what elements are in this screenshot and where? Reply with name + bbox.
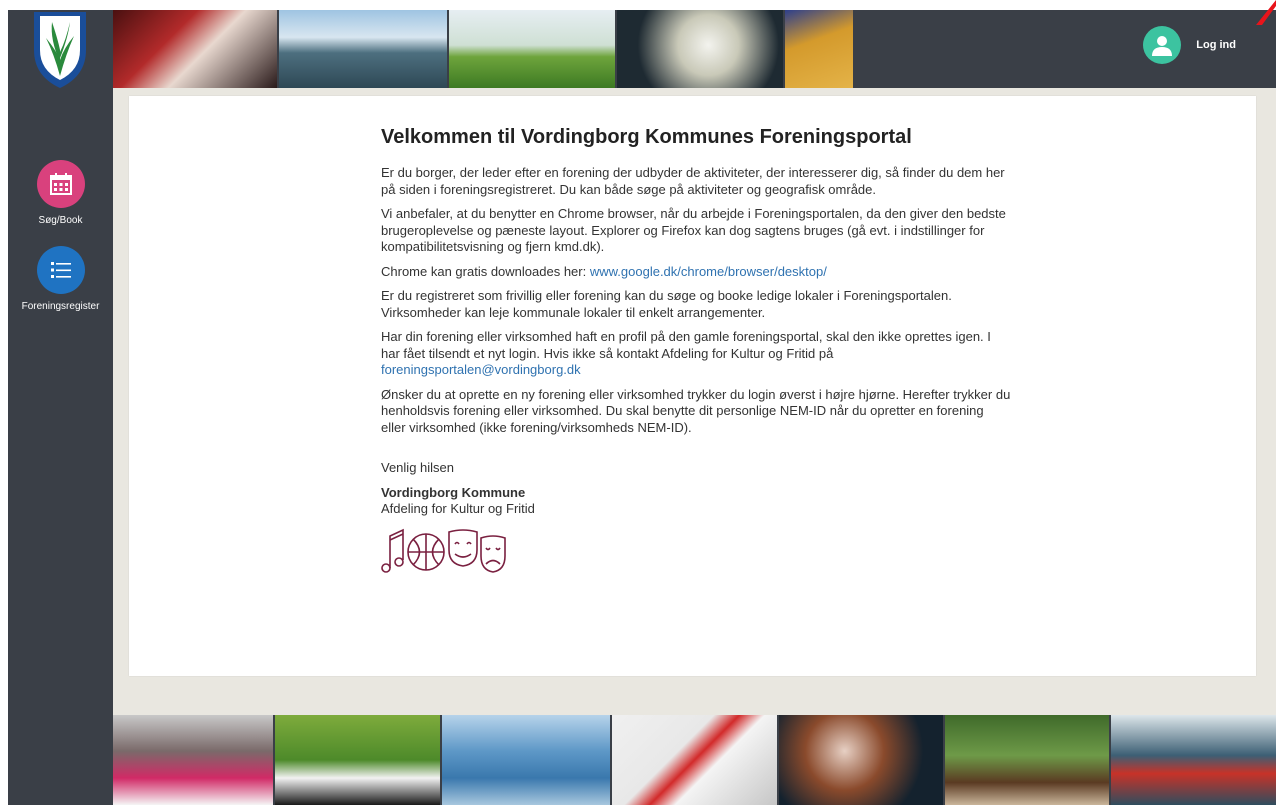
sidebar-item-association-register[interactable]: Foreningsregister xyxy=(8,246,113,312)
signer: Vordingborg Kommune xyxy=(381,484,526,500)
create-association-paragraph: Ønsker du at oprette en ny forening elle… xyxy=(381,386,1011,435)
badminton-shuttlecock-photo xyxy=(617,10,783,88)
clown-photo xyxy=(113,10,277,88)
football-photo xyxy=(275,715,440,805)
login-label: Log ind xyxy=(1196,39,1236,51)
sidebar: Søg/Book Foreningsregister xyxy=(8,10,113,805)
user-icon xyxy=(1143,26,1182,64)
contact-email-link[interactable]: foreningsportalen@vordingborg.dk xyxy=(381,362,581,377)
culture-leisure-logo xyxy=(381,528,506,573)
horse-jumping-photo xyxy=(945,715,1109,805)
red-arrow-annotation xyxy=(1256,0,1276,25)
header: Log ind xyxy=(113,10,1276,88)
welcome-content: Velkommen til Vordingborg Kommunes Foren… xyxy=(381,124,1011,578)
municipality-logo[interactable] xyxy=(30,10,90,88)
login-button[interactable]: Log ind xyxy=(1143,26,1236,64)
gym-floor-photo xyxy=(785,10,853,88)
beach-jetty-photo xyxy=(442,715,610,805)
chrome-paragraph: Chrome kan gratis downloades her: www.go… xyxy=(381,264,1011,281)
chrome-text: Chrome kan gratis downloades her: xyxy=(381,263,590,279)
ballet-dancer-photo xyxy=(113,715,273,805)
meadow-acrobat-photo xyxy=(449,10,615,88)
kayak-lake-photo xyxy=(279,10,447,88)
page-title: Velkommen til Vordingborg Kommunes Foren… xyxy=(381,126,912,148)
clown-makeup-photo xyxy=(779,715,943,805)
chrome-download-link[interactable]: www.google.dk/chrome/browser/desktop/ xyxy=(590,264,827,279)
old-profile-text: Har din forening eller virksomhed haft e… xyxy=(381,329,991,361)
sidebar-item-label: Foreningsregister xyxy=(21,301,100,312)
footer-photo-strip xyxy=(113,715,1276,805)
intro-paragraph: Er du borger, der leder efter en forenin… xyxy=(381,165,1005,197)
browser-paragraph: Vi anbefaler, at du benytter en Chrome b… xyxy=(381,206,1006,254)
sidebar-item-label: Søg/Book xyxy=(38,215,83,226)
calendar-icon xyxy=(36,160,85,208)
old-profile-paragraph: Har din forening eller virksomhed haft e… xyxy=(381,329,1011,379)
sidebar-item-search-book[interactable]: Søg/Book xyxy=(8,160,113,226)
greeting: Venlig hilsen xyxy=(381,460,454,475)
kayaking-photo xyxy=(1111,715,1276,805)
department: Afdeling for Kultur og Fritid xyxy=(381,501,535,516)
list-icon xyxy=(36,246,85,294)
karate-photo xyxy=(612,715,777,805)
registered-paragraph: Er du registreret som frivillig eller fo… xyxy=(381,288,952,320)
